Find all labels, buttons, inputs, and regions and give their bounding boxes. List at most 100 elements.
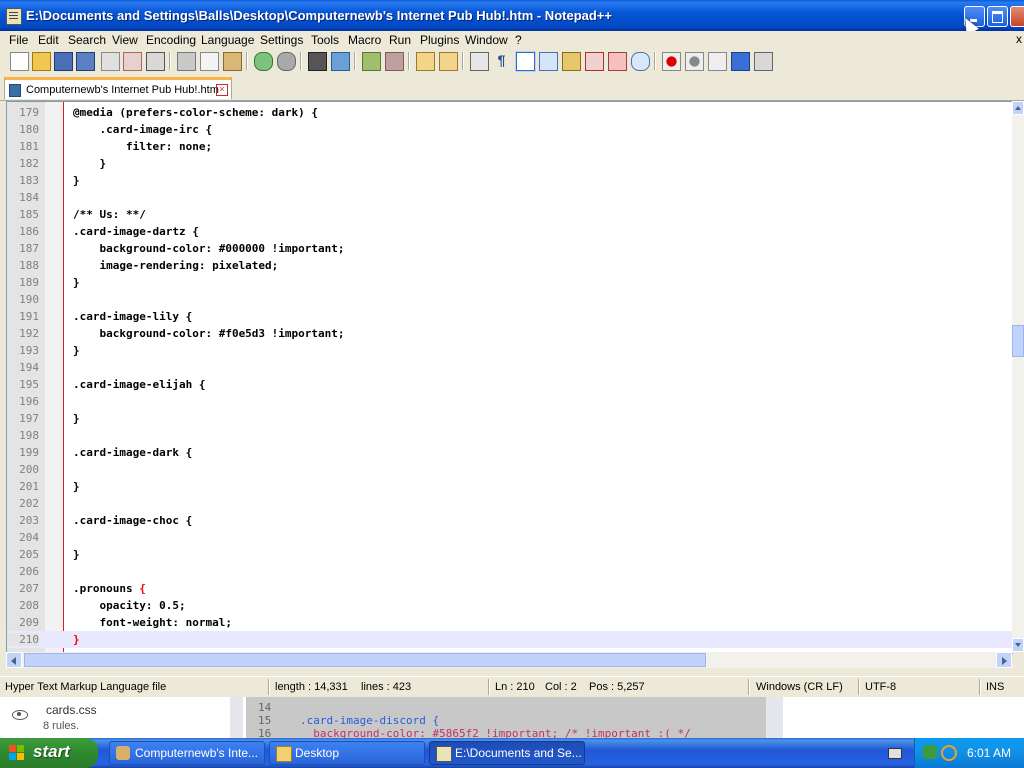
close-all-icon[interactable] — [123, 52, 142, 71]
record-macro-icon[interactable] — [662, 52, 681, 71]
cut-icon[interactable] — [177, 52, 196, 71]
tab-close-icon[interactable]: × — [216, 84, 228, 96]
code-line[interactable]: 188 image-rendering: pixelated; — [7, 257, 1013, 274]
code-line[interactable]: 199 .card-image-dark { — [7, 444, 1013, 461]
menu-encoding[interactable]: Encoding — [146, 33, 196, 47]
code-line[interactable]: 181 filter: none; — [7, 138, 1013, 155]
save-all-icon[interactable] — [76, 52, 95, 71]
zoom-in-icon[interactable] — [362, 52, 381, 71]
code-line[interactable]: 186 .card-image-dartz { — [7, 223, 1013, 240]
code-line[interactable]: 193} — [7, 342, 1013, 359]
define-language-icon[interactable] — [539, 52, 558, 71]
open-file-icon[interactable] — [32, 52, 51, 71]
code-line[interactable]: 194 — [7, 359, 1013, 376]
sync-horizontal-icon[interactable] — [439, 52, 458, 71]
menu-window[interactable]: Window — [465, 33, 508, 47]
show-all-characters-icon[interactable]: ¶ — [493, 52, 510, 69]
close-file-icon[interactable] — [101, 52, 120, 71]
status-eol[interactable]: Windows (CR LF) — [756, 681, 843, 693]
close-document-button[interactable]: x — [1016, 32, 1022, 46]
tab-document[interactable]: Computernewb's Internet Pub Hub!.htm × — [4, 77, 232, 99]
taskbar-item-browser[interactable]: Computernewb's Inte... — [109, 741, 265, 765]
code-line[interactable]: 204 — [7, 529, 1013, 546]
eye-icon[interactable] — [12, 710, 28, 720]
horizontal-scroll-thumb[interactable] — [24, 653, 706, 667]
code-line[interactable]: 187 background-color: #000000 !important… — [7, 240, 1013, 257]
replace-icon[interactable] — [331, 52, 350, 71]
menu-tools[interactable]: Tools — [311, 33, 339, 47]
code-line[interactable]: 179 @media (prefers-color-scheme: dark) { — [7, 104, 1013, 121]
code-line[interactable]: 183} — [7, 172, 1013, 189]
scroll-down-arrow-icon[interactable] — [1012, 638, 1024, 652]
zoom-out-icon[interactable] — [385, 52, 404, 71]
network-icon[interactable] — [923, 745, 937, 759]
background-code-scrollbar[interactable] — [766, 697, 783, 738]
code-line[interactable]: 180 .card-image-irc { — [7, 121, 1013, 138]
code-line[interactable]: 200 — [7, 461, 1013, 478]
function-list-icon[interactable] — [585, 52, 604, 71]
code-line[interactable]: 202 — [7, 495, 1013, 512]
code-line[interactable]: 210} — [7, 631, 1013, 648]
menu-language[interactable]: Language — [201, 33, 254, 47]
menu-file[interactable]: File — [9, 33, 28, 47]
sync-vertical-icon[interactable] — [416, 52, 435, 71]
code-line[interactable]: 182 } — [7, 155, 1013, 172]
horizontal-scrollbar[interactable] — [6, 652, 1012, 668]
monitoring-icon[interactable] — [631, 52, 650, 71]
code-line[interactable]: 189} — [7, 274, 1013, 291]
keyboard-icon[interactable] — [888, 748, 902, 759]
menu-edit[interactable]: Edit — [38, 33, 59, 47]
search-icon[interactable] — [941, 745, 957, 761]
code-editor[interactable]: 179 @media (prefers-color-scheme: dark) {… — [6, 101, 1013, 654]
taskbar-item-notepad[interactable]: E:\Documents and Se... — [429, 741, 585, 765]
code-line[interactable]: 196 — [7, 393, 1013, 410]
folder-as-workspace-icon[interactable] — [608, 52, 627, 71]
play-macro-icon[interactable] — [708, 52, 727, 71]
menu-macro[interactable]: Macro — [348, 33, 381, 47]
code-line[interactable]: 191 .card-image-lily { — [7, 308, 1013, 325]
print-icon[interactable] — [146, 52, 165, 71]
start-button[interactable]: start — [0, 738, 98, 768]
maximize-button[interactable] — [987, 6, 1008, 27]
title-bar[interactable]: E:\Documents and Settings\Balls\Desktop\… — [0, 0, 1024, 36]
code-line[interactable]: 203 .card-image-choc { — [7, 512, 1013, 529]
code-line[interactable]: 208 opacity: 0.5; — [7, 597, 1013, 614]
code-line[interactable]: 198 — [7, 427, 1013, 444]
code-line[interactable]: 185 /** Us: **/ — [7, 206, 1013, 223]
code-line[interactable]: 205} — [7, 546, 1013, 563]
menu-settings[interactable]: Settings — [260, 33, 303, 47]
menu-view[interactable]: View — [112, 33, 138, 47]
paste-icon[interactable] — [223, 52, 242, 71]
stop-macro-icon[interactable] — [685, 52, 704, 71]
status-insert-mode[interactable]: INS — [986, 681, 1004, 693]
code-line[interactable]: 209 font-weight: normal; — [7, 614, 1013, 631]
save-icon[interactable] — [54, 52, 73, 71]
taskbar-item-desktop[interactable]: Desktop — [269, 741, 425, 765]
code-line[interactable]: 197} — [7, 410, 1013, 427]
code-line[interactable]: 201} — [7, 478, 1013, 495]
scroll-right-arrow-icon[interactable] — [996, 652, 1012, 668]
menu-run[interactable]: Run — [389, 33, 411, 47]
word-wrap-icon[interactable] — [470, 52, 489, 71]
undo-icon[interactable] — [254, 52, 273, 71]
run-macro-multiple-icon[interactable] — [731, 52, 750, 71]
find-icon[interactable] — [308, 52, 327, 71]
redo-icon[interactable] — [277, 52, 296, 71]
code-line[interactable]: 207 .pronouns { — [7, 580, 1013, 597]
stylesheet-name[interactable]: cards.css — [46, 703, 97, 717]
vertical-scroll-thumb[interactable] — [1012, 325, 1024, 357]
vertical-scrollbar[interactable] — [1012, 101, 1024, 652]
code-line[interactable]: 195 .card-image-elijah { — [7, 376, 1013, 393]
stylesheet-list-scrollbar[interactable] — [230, 697, 243, 738]
code-line[interactable]: 206 — [7, 563, 1013, 580]
code-line[interactable]: 190 — [7, 291, 1013, 308]
scroll-left-arrow-icon[interactable] — [6, 652, 22, 668]
save-macro-icon[interactable] — [754, 52, 773, 71]
code-line[interactable]: 192 background-color: #f0e5d3 !important… — [7, 325, 1013, 342]
doc-map-icon[interactable] — [562, 52, 581, 71]
copy-icon[interactable] — [200, 52, 219, 71]
indent-guide-icon[interactable] — [516, 52, 535, 71]
close-button[interactable] — [1010, 6, 1024, 27]
menu-plugins[interactable]: Plugins — [420, 33, 459, 47]
scroll-up-arrow-icon[interactable] — [1012, 101, 1024, 115]
